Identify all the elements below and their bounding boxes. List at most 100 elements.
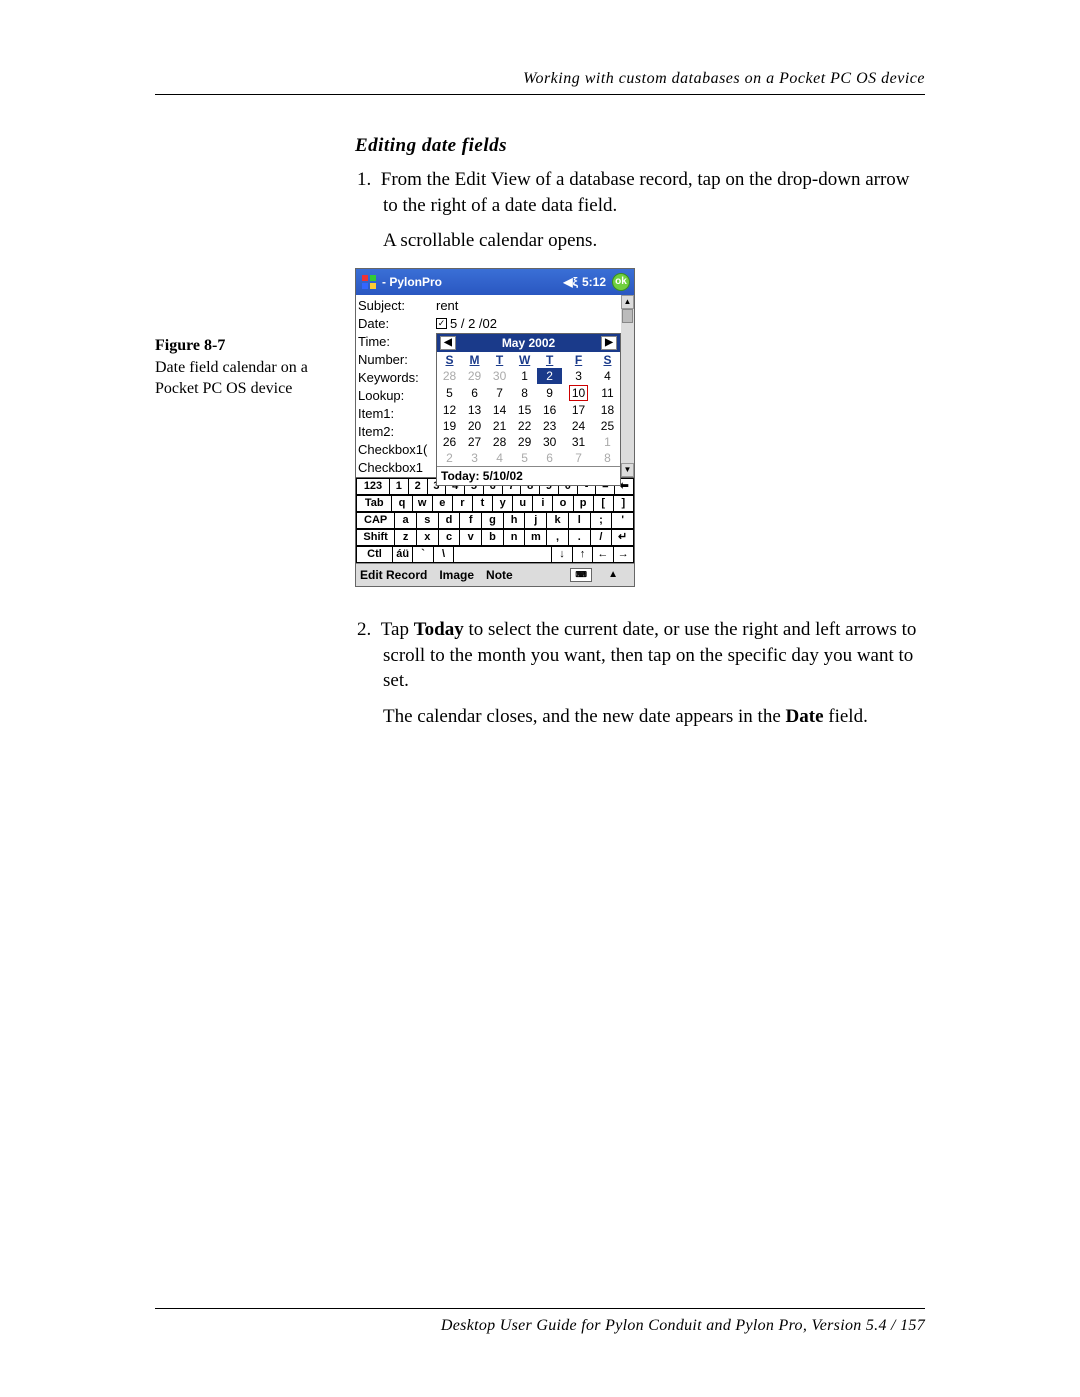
calendar-day[interactable]: 8 xyxy=(595,450,620,466)
keyboard-key[interactable]: 123 xyxy=(356,478,390,495)
keyboard-key[interactable]: f xyxy=(460,512,482,529)
keyboard-key[interactable]: 2 xyxy=(409,478,428,495)
keyboard-key[interactable]: Ctl xyxy=(356,546,393,563)
calendar-next-button[interactable]: ▶ xyxy=(601,336,617,350)
calendar-day[interactable]: 21 xyxy=(487,418,512,434)
speaker-icon[interactable]: ◀ξ xyxy=(563,275,578,289)
keyboard-key[interactable]: v xyxy=(460,529,482,546)
calendar-day[interactable]: 1 xyxy=(595,434,620,450)
calendar-day[interactable]: 13 xyxy=(462,402,487,418)
calendar-day[interactable]: 11 xyxy=(595,384,620,402)
calendar-day[interactable]: 7 xyxy=(562,450,595,466)
scroll-up-button[interactable]: ▲ xyxy=(621,295,634,309)
calendar-day[interactable]: 10 xyxy=(562,384,595,402)
keyboard-key[interactable]: n xyxy=(504,529,526,546)
start-logo-icon[interactable] xyxy=(360,273,378,291)
keyboard-key[interactable]: → xyxy=(614,546,634,563)
calendar-day[interactable]: 26 xyxy=(437,434,462,450)
keyboard-toggle-icon[interactable]: ⌨ xyxy=(570,568,592,582)
keyboard-key[interactable]: j xyxy=(525,512,547,529)
calendar-day[interactable]: 27 xyxy=(462,434,487,450)
soft-keyboard[interactable]: 1231234567890-=⬅ Tabqwertyuiop[] CAPasdf… xyxy=(356,477,634,563)
calendar-day[interactable]: 14 xyxy=(487,402,512,418)
keyboard-key[interactable]: ↑ xyxy=(573,546,593,563)
keyboard-key[interactable]: d xyxy=(439,512,461,529)
calendar-day[interactable]: 28 xyxy=(487,434,512,450)
keyboard-key[interactable]: / xyxy=(591,529,613,546)
calendar-day[interactable]: 12 xyxy=(437,402,462,418)
keyboard-key[interactable]: ' xyxy=(612,512,634,529)
keyboard-key[interactable]: m xyxy=(525,529,547,546)
calendar-day[interactable]: 30 xyxy=(537,434,562,450)
keyboard-key[interactable]: ↵ xyxy=(612,529,634,546)
calendar-day[interactable]: 4 xyxy=(595,368,620,384)
calendar-day[interactable]: 4 xyxy=(487,450,512,466)
scroll-thumb[interactable] xyxy=(622,309,633,323)
keyboard-key[interactable]: e xyxy=(433,495,453,512)
calendar-day[interactable]: 29 xyxy=(462,368,487,384)
keyboard-key[interactable]: ` xyxy=(413,546,433,563)
keyboard-key[interactable]: ] xyxy=(614,495,634,512)
calendar-day[interactable]: 16 xyxy=(537,402,562,418)
keyboard-key[interactable]: [ xyxy=(594,495,614,512)
calendar-day[interactable]: 3 xyxy=(562,368,595,384)
calendar-day[interactable]: 6 xyxy=(537,450,562,466)
calendar-day[interactable]: 31 xyxy=(562,434,595,450)
menu-up-icon[interactable]: ▲ xyxy=(608,569,618,580)
calendar-day[interactable]: 20 xyxy=(462,418,487,434)
keyboard-key[interactable]: . xyxy=(569,529,591,546)
keyboard-key[interactable]: , xyxy=(547,529,569,546)
keyboard-key[interactable]: ↓ xyxy=(552,546,572,563)
calendar-day[interactable]: 9 xyxy=(537,384,562,402)
calendar-today-link[interactable]: Today: 5/10/02 xyxy=(437,466,620,485)
calendar-day[interactable]: 1 xyxy=(512,368,537,384)
keyboard-key[interactable]: Shift xyxy=(356,529,395,546)
keyboard-key[interactable]: \ xyxy=(434,546,454,563)
calendar-day[interactable]: 23 xyxy=(537,418,562,434)
keyboard-key[interactable]: z xyxy=(395,529,417,546)
keyboard-key[interactable]: b xyxy=(482,529,504,546)
calendar-day[interactable]: 15 xyxy=(512,402,537,418)
keyboard-key[interactable] xyxy=(454,546,552,563)
keyboard-key[interactable]: x xyxy=(417,529,439,546)
keyboard-key[interactable]: p xyxy=(574,495,594,512)
calendar-day[interactable]: 3 xyxy=(462,450,487,466)
calendar-day[interactable]: 8 xyxy=(512,384,537,402)
scrollbar[interactable]: ▲ ▼ xyxy=(621,295,634,477)
menu-edit-record[interactable]: Edit Record xyxy=(360,568,427,582)
keyboard-key[interactable]: áü xyxy=(393,546,413,563)
calendar-day[interactable]: 6 xyxy=(462,384,487,402)
calendar-month[interactable]: May 2002 xyxy=(502,336,555,350)
keyboard-key[interactable]: o xyxy=(553,495,573,512)
keyboard-key[interactable]: a xyxy=(395,512,417,529)
keyboard-key[interactable]: y xyxy=(493,495,513,512)
keyboard-key[interactable]: g xyxy=(482,512,504,529)
keyboard-key[interactable]: ← xyxy=(593,546,613,563)
keyboard-key[interactable]: Tab xyxy=(356,495,392,512)
keyboard-key[interactable]: r xyxy=(453,495,473,512)
keyboard-key[interactable]: t xyxy=(473,495,493,512)
keyboard-key[interactable]: s xyxy=(417,512,439,529)
keyboard-key[interactable]: u xyxy=(513,495,533,512)
calendar-day[interactable]: 30 xyxy=(487,368,512,384)
calendar-day[interactable]: 5 xyxy=(512,450,537,466)
calendar-day[interactable]: 22 xyxy=(512,418,537,434)
menu-image[interactable]: Image xyxy=(439,568,474,582)
calendar-prev-button[interactable]: ◀ xyxy=(440,336,456,350)
calendar-day[interactable]: 5 xyxy=(437,384,462,402)
keyboard-key[interactable]: w xyxy=(413,495,433,512)
keyboard-key[interactable]: 1 xyxy=(390,478,409,495)
date-value[interactable]: 5 / 2 /02 xyxy=(450,315,497,333)
date-checkbox[interactable]: ✓ xyxy=(436,318,447,329)
scroll-down-button[interactable]: ▼ xyxy=(621,463,634,477)
keyboard-key[interactable]: ; xyxy=(591,512,613,529)
calendar-day[interactable]: 18 xyxy=(595,402,620,418)
calendar-day[interactable]: 2 xyxy=(537,368,562,384)
subject-value[interactable]: rent xyxy=(436,297,632,315)
keyboard-key[interactable]: q xyxy=(392,495,412,512)
menu-note[interactable]: Note xyxy=(486,568,513,582)
calendar-day[interactable]: 25 xyxy=(595,418,620,434)
calendar-day[interactable]: 7 xyxy=(487,384,512,402)
keyboard-key[interactable]: k xyxy=(547,512,569,529)
calendar-day[interactable]: 17 xyxy=(562,402,595,418)
